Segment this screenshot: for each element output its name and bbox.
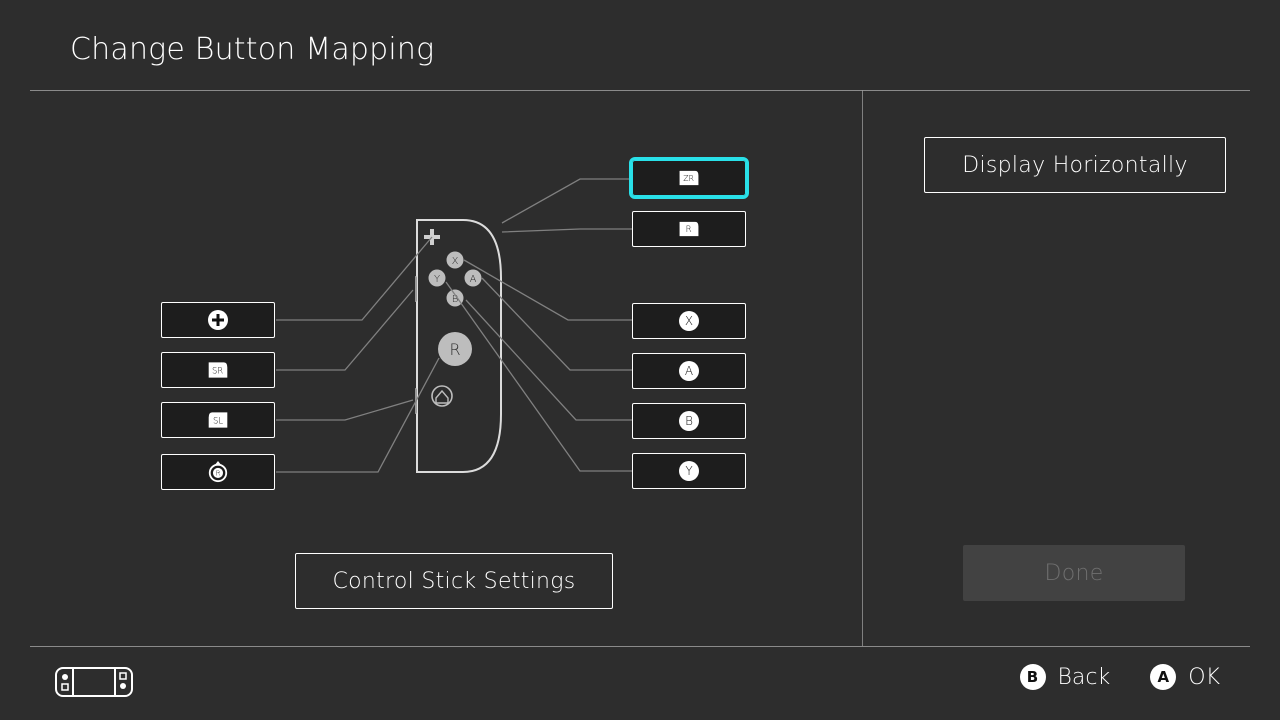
sl-cap-icon: SL bbox=[207, 409, 229, 431]
a-round-icon: A bbox=[1150, 664, 1176, 690]
svg-text:B: B bbox=[685, 414, 693, 428]
control-stick-settings-label: Control Stick Settings bbox=[332, 569, 575, 594]
svg-text:R: R bbox=[449, 340, 460, 359]
plus-icon bbox=[207, 309, 229, 331]
legend-ok-label: OK bbox=[1188, 665, 1220, 690]
svg-text:B: B bbox=[452, 294, 459, 305]
display-horizontally-label: Display Horizontally bbox=[962, 153, 1188, 178]
sl-rail-icon bbox=[415, 388, 417, 414]
svg-text:A: A bbox=[685, 364, 693, 378]
b-round-icon: B bbox=[1020, 664, 1046, 690]
map-x-button[interactable]: X bbox=[632, 303, 746, 339]
svg-text:SR: SR bbox=[212, 365, 223, 375]
page-title: Change Button Mapping bbox=[70, 32, 434, 67]
svg-text:SL: SL bbox=[213, 415, 223, 425]
analog-stick-icon: R bbox=[438, 332, 472, 366]
legend-ok: A OK bbox=[1150, 664, 1220, 690]
svg-text:R: R bbox=[686, 225, 692, 235]
stick-press-icon: R bbox=[207, 461, 229, 483]
b-round-icon: B bbox=[678, 410, 700, 432]
legend-back: B Back bbox=[1020, 664, 1111, 690]
map-plus-button[interactable] bbox=[161, 302, 275, 338]
input-legend: B Back A OK bbox=[1020, 664, 1220, 690]
map-zr-button[interactable]: ZR bbox=[632, 160, 746, 196]
svg-text:Y: Y bbox=[685, 464, 693, 478]
svg-text:R: R bbox=[215, 469, 220, 478]
display-horizontally-button[interactable]: Display Horizontally bbox=[924, 137, 1226, 193]
legend-back-label: Back bbox=[1058, 665, 1111, 690]
r-cap-icon: R bbox=[678, 218, 700, 240]
svg-text:Y: Y bbox=[434, 274, 440, 285]
footer: B Back A OK bbox=[0, 646, 1280, 720]
sr-rail-icon bbox=[415, 276, 417, 302]
map-stick-r-press-button[interactable]: R bbox=[161, 454, 275, 490]
y-round-icon: Y bbox=[678, 460, 700, 482]
svg-text:ZR: ZR bbox=[683, 174, 694, 183]
control-stick-settings-button[interactable]: Control Stick Settings bbox=[295, 553, 613, 609]
map-b-button[interactable]: B bbox=[632, 403, 746, 439]
x-round-icon: X bbox=[678, 310, 700, 332]
sr-cap-icon: SR bbox=[207, 359, 229, 381]
screen-change-button-mapping: Change Button Mapping Display Horizontal… bbox=[0, 0, 1280, 720]
svg-text:X: X bbox=[452, 256, 459, 267]
divider-vertical bbox=[862, 90, 863, 646]
map-r-button[interactable]: R bbox=[632, 211, 746, 247]
map-a-button[interactable]: A bbox=[632, 353, 746, 389]
map-y-button[interactable]: Y bbox=[632, 453, 746, 489]
a-round-icon: A bbox=[678, 360, 700, 382]
done-button: Done bbox=[963, 545, 1185, 601]
map-sl-button[interactable]: SL bbox=[161, 402, 275, 438]
done-label: Done bbox=[1044, 561, 1103, 586]
map-sr-button[interactable]: SR bbox=[161, 352, 275, 388]
svg-text:X: X bbox=[685, 314, 693, 328]
joycon-r-diagram: X A B Y R bbox=[415, 218, 503, 474]
divider-top bbox=[30, 90, 1250, 91]
svg-text:A: A bbox=[470, 274, 477, 285]
switch-handheld-icon bbox=[55, 664, 133, 704]
zr-cap-icon: ZR bbox=[678, 167, 700, 189]
